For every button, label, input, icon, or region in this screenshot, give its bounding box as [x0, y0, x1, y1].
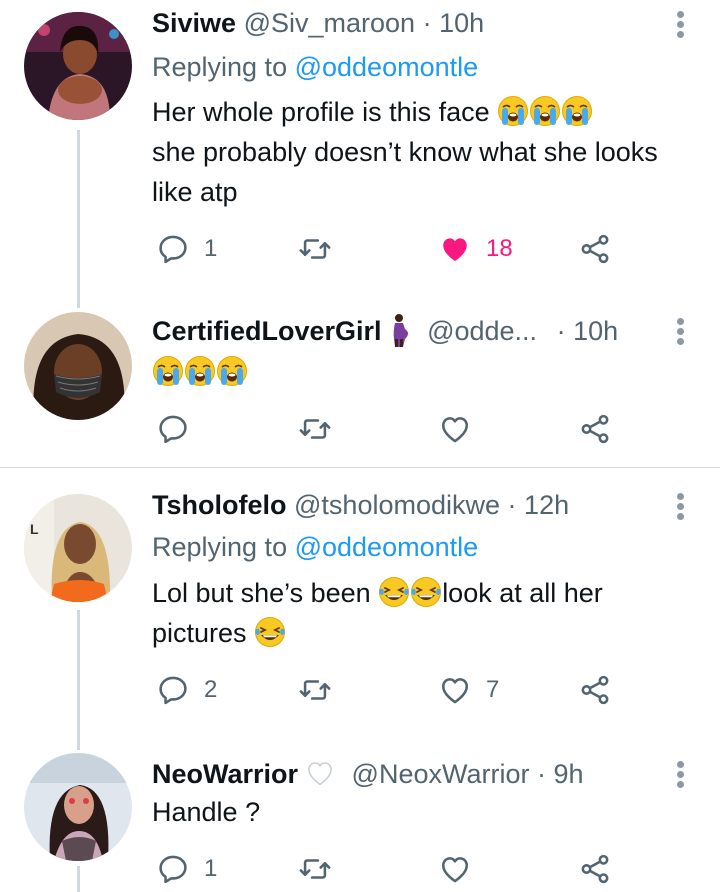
reply-button[interactable]: 2 — [156, 670, 217, 710]
crying-emoji-icon — [561, 95, 593, 127]
separator-dot: · — [507, 490, 517, 520]
display-name[interactable]: Tsholofelo — [152, 490, 287, 520]
tweet-text-line: Handle ? — [152, 797, 261, 827]
timestamp[interactable]: 10h — [439, 8, 484, 38]
more-options-icon[interactable] — [670, 315, 690, 349]
more-options-icon[interactable] — [670, 758, 690, 792]
retweet-icon — [298, 412, 332, 446]
retweet-button[interactable] — [298, 670, 332, 710]
avatar[interactable] — [24, 12, 132, 120]
tweet-header: CertifiedLoverGirl @odde... · 10h — [152, 313, 618, 348]
avatar[interactable] — [24, 753, 132, 861]
replying-to-label: Replying to — [152, 52, 295, 82]
more-options-icon[interactable] — [670, 490, 690, 524]
thread-line — [77, 610, 80, 750]
like-button[interactable] — [438, 849, 472, 889]
pregnant-woman-emoji-icon — [386, 313, 412, 347]
reply-button[interactable]: 1 — [156, 229, 217, 269]
reply-count: 2 — [204, 676, 218, 703]
thread-line — [77, 866, 80, 892]
display-name[interactable]: CertifiedLoverGirl — [152, 316, 382, 346]
laughing-emoji-icon — [254, 616, 286, 648]
replying-to: Replying to @oddeomontle — [152, 530, 478, 564]
tweet-header: Tsholofelo @tsholomodikwe · 12h — [152, 488, 569, 522]
reply-icon — [156, 412, 190, 446]
like-count: 7 — [486, 676, 500, 703]
username[interactable]: @Siv_maroon — [244, 8, 415, 38]
reply-count: 1 — [204, 235, 218, 262]
more-options-icon[interactable] — [670, 8, 690, 42]
tweet-header: Siviwe @Siv_maroon · 10h — [152, 6, 484, 40]
tweet-text — [152, 352, 692, 392]
like-button[interactable]: 7 — [438, 670, 499, 710]
reply-count: 1 — [204, 855, 218, 882]
share-button[interactable] — [578, 409, 612, 449]
tweet-text: Handle ? — [152, 792, 692, 832]
share-icon — [578, 412, 612, 446]
heart-icon — [438, 673, 472, 707]
reply-icon — [156, 673, 190, 707]
tweet-text-line: Her whole profile is this face — [152, 97, 498, 127]
retweet-icon — [298, 673, 332, 707]
retweet-icon — [298, 232, 332, 266]
reply-button[interactable]: 1 — [156, 849, 217, 889]
crying-emoji-icon — [497, 95, 529, 127]
tweet-text-line: she probably doesn’t know what she looks… — [152, 137, 658, 207]
tweet-text-line: look at all her — [442, 578, 603, 608]
tweet-text: Lol but she’s been look at all her pictu… — [152, 573, 692, 653]
username[interactable]: @odde... — [427, 316, 537, 346]
share-button[interactable] — [578, 229, 612, 269]
timestamp[interactable]: 10h — [573, 316, 618, 346]
heart-icon — [438, 412, 472, 446]
reply-icon — [156, 852, 190, 886]
retweet-button[interactable] — [298, 409, 332, 449]
mention-link[interactable]: @oddeomontle — [295, 52, 479, 82]
white-heart-emoji-icon — [304, 756, 336, 790]
timestamp[interactable]: 9h — [554, 759, 584, 789]
divider — [0, 467, 720, 468]
username[interactable]: @NeoxWarrior — [352, 759, 530, 789]
reply-button[interactable] — [156, 409, 190, 449]
separator-dot: · — [537, 759, 546, 789]
mention-link[interactable]: @oddeomontle — [295, 532, 479, 562]
share-button[interactable] — [578, 849, 612, 889]
username[interactable]: @tsholomodikwe — [294, 490, 500, 520]
crying-emoji-icon — [184, 355, 216, 387]
crying-emoji-icon — [152, 355, 184, 387]
share-icon — [578, 852, 612, 886]
replying-to-label: Replying to — [152, 532, 295, 562]
like-button[interactable]: 18 — [438, 229, 513, 269]
avatar[interactable]: L — [24, 494, 132, 602]
retweet-icon — [298, 852, 332, 886]
like-count: 18 — [486, 235, 513, 262]
avatar[interactable] — [24, 312, 132, 420]
timestamp[interactable]: 12h — [524, 490, 569, 520]
replying-to: Replying to @oddeomontle — [152, 50, 478, 84]
separator-dot: · — [556, 316, 566, 346]
heart-icon — [438, 852, 472, 886]
display-name[interactable]: Siviwe — [152, 8, 236, 38]
share-icon — [578, 673, 612, 707]
tweet-text-line: pictures — [152, 618, 255, 648]
heart-icon — [438, 232, 472, 266]
retweet-button[interactable] — [298, 229, 332, 269]
tweet-text: Her whole profile is this face she proba… — [152, 92, 692, 212]
tweet-header: NeoWarrior @NeoxWarrior · 9h — [152, 756, 584, 791]
retweet-button[interactable] — [298, 849, 332, 889]
like-button[interactable] — [438, 409, 472, 449]
thread-line — [77, 130, 80, 308]
crying-emoji-icon — [529, 95, 561, 127]
svg-text:L: L — [30, 521, 39, 537]
tweet-text-line: Lol but she’s been — [152, 578, 379, 608]
crying-emoji-icon — [216, 355, 248, 387]
laughing-emoji-icon — [378, 576, 410, 608]
separator-dot: · — [422, 8, 432, 38]
share-icon — [578, 232, 612, 266]
laughing-emoji-icon — [410, 576, 442, 608]
reply-icon — [156, 232, 190, 266]
share-button[interactable] — [578, 670, 612, 710]
display-name[interactable]: NeoWarrior — [152, 759, 298, 789]
